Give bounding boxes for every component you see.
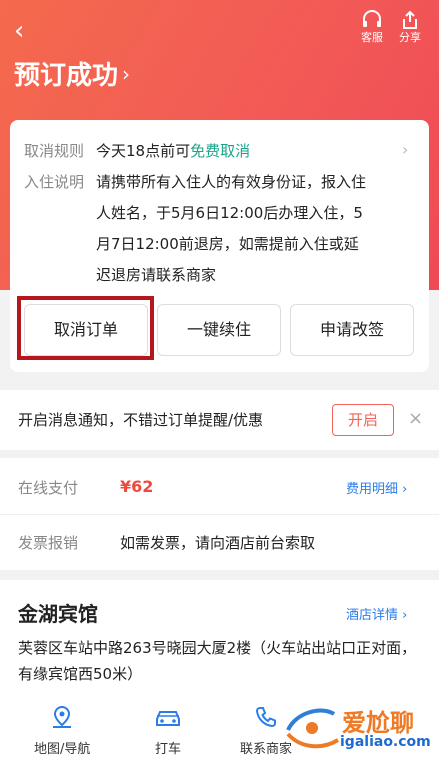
checkin-label: 入住说明 [24, 173, 85, 191]
cancel-rule-prefix: 今天18点前可 [96, 142, 191, 160]
back-arrow-icon[interactable]: ‹ [14, 16, 24, 46]
map-navigation-button[interactable]: 地图/导航 [34, 704, 90, 757]
hotel-address: 芙蓉区车站中路263号晓园大厦2楼（火车站出站口正对面，有缘宾馆西50米） [18, 639, 417, 683]
price-value: ¥62 [120, 477, 154, 496]
checkin-line: 迟退房请联系商家 [96, 266, 217, 284]
close-icon[interactable]: × [408, 408, 423, 429]
chevron-right-icon[interactable]: › [402, 140, 408, 159]
service-label: 客服 [361, 31, 383, 44]
map-pin-icon [53, 705, 72, 728]
checkin-line: 月7日12:00前退房，如需提前入住或延 [96, 235, 359, 253]
divider [0, 514, 439, 515]
customer-service-button[interactable]: 客服 [352, 10, 392, 45]
invoice-text: 如需发票，请向酒店前台索取 [120, 534, 316, 552]
taxi-button[interactable]: 打车 [153, 704, 183, 757]
cancel-rule-label: 取消规则 [24, 142, 85, 160]
checkin-line: 请携带所有入住人的有效身份证，报入住 [96, 173, 367, 191]
watermark-text: 爱尬聊 [342, 709, 414, 737]
enable-notification-button[interactable]: 开启 [332, 404, 394, 436]
fee-detail-link[interactable]: 费用明细 › [346, 478, 407, 497]
cancel-order-highlight [17, 296, 154, 360]
watermark-url: igaliao.com [340, 734, 431, 750]
checkin-line: 人姓名，于5月6日12:00后办理入住，5 [96, 204, 363, 222]
headset-icon [363, 10, 381, 27]
free-cancel-text: 免费取消 [190, 142, 251, 160]
payment-section: 在线支付 ¥62 费用明细 › 发票报销 如需发票，请向酒店前台索取 [0, 458, 439, 570]
change-request-button[interactable]: 申请改签 [290, 304, 414, 356]
share-label: 分享 [399, 31, 421, 44]
action-label: 打车 [154, 742, 181, 757]
extend-stay-button[interactable]: 一键续住 [157, 304, 281, 356]
phone-icon [255, 707, 276, 728]
notification-text: 开启消息通知，不错过订单提醒/优惠 [18, 411, 264, 429]
invoice-label: 发票报销 [18, 534, 79, 552]
chevron-right-icon: › [122, 62, 131, 86]
online-payment-label: 在线支付 [18, 479, 79, 497]
hotel-name: 金湖宾馆 [18, 602, 98, 626]
page-title-text: 预订成功 [14, 61, 119, 91]
cancel-rule-value: 今天18点前可免费取消 [96, 136, 250, 167]
page-title[interactable]: 预订成功 › [14, 56, 130, 94]
share-icon [403, 10, 417, 29]
car-icon [156, 711, 180, 726]
share-button[interactable]: 分享 [390, 10, 430, 45]
notification-bar: 开启消息通知，不错过订单提醒/优惠 开启 × [0, 390, 439, 450]
hotel-detail-link[interactable]: 酒店详情 › [346, 604, 407, 623]
action-label: 地图/导航 [34, 742, 91, 757]
